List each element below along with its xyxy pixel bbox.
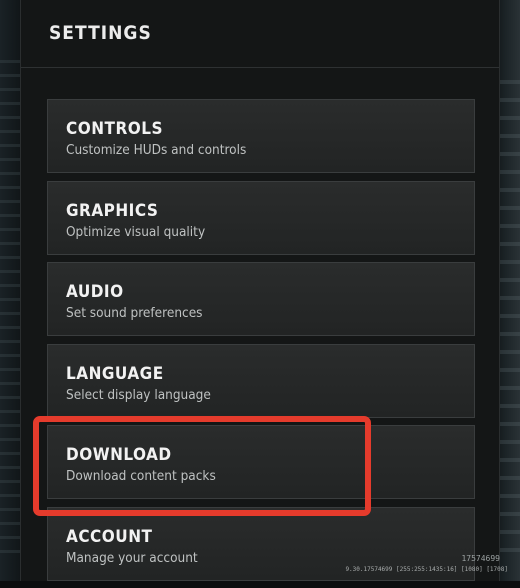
menu-item-description: Set sound preferences xyxy=(66,305,203,321)
page-title: SETTINGS xyxy=(49,22,152,44)
settings-header: SETTINGS xyxy=(21,0,499,68)
menu-item-download[interactable]: DOWNLOAD Download content packs xyxy=(47,425,475,499)
menu-item-graphics[interactable]: GRAPHICS Optimize visual quality xyxy=(47,180,475,255)
menu-item-audio[interactable]: AUDIO Set sound preferences xyxy=(47,262,475,336)
menu-item-label: DOWNLOAD xyxy=(66,445,172,465)
menu-item-label: CONTROLS xyxy=(66,119,163,139)
background-scenery-left xyxy=(0,60,22,560)
background-scenery-right xyxy=(498,80,520,560)
menu-item-description: Download content packs xyxy=(66,468,216,484)
menu-item-language[interactable]: LANGUAGE Select display language xyxy=(47,343,475,418)
version-info: 9.30.17574699 [255:255:1435:16] [1080] [… xyxy=(345,566,508,573)
menu-item-description: Customize HUDs and controls xyxy=(66,142,247,158)
menu-item-description: Select display language xyxy=(66,386,211,403)
build-id: 17574699 xyxy=(461,554,500,563)
menu-item-label: LANGUAGE xyxy=(66,363,164,384)
menu-item-label: AUDIO xyxy=(66,282,124,302)
menu-item-label: ACCOUNT xyxy=(66,526,153,547)
menu-item-description: Manage your account xyxy=(66,549,198,566)
menu-item-description: Optimize visual quality xyxy=(66,223,206,240)
menu-item-controls[interactable]: CONTROLS Customize HUDs and controls xyxy=(47,99,475,173)
settings-panel: SETTINGS CONTROLS Customize HUDs and con… xyxy=(20,0,500,581)
settings-menu: CONTROLS Customize HUDs and controls GRA… xyxy=(47,99,475,588)
menu-item-label: GRAPHICS xyxy=(66,200,159,221)
